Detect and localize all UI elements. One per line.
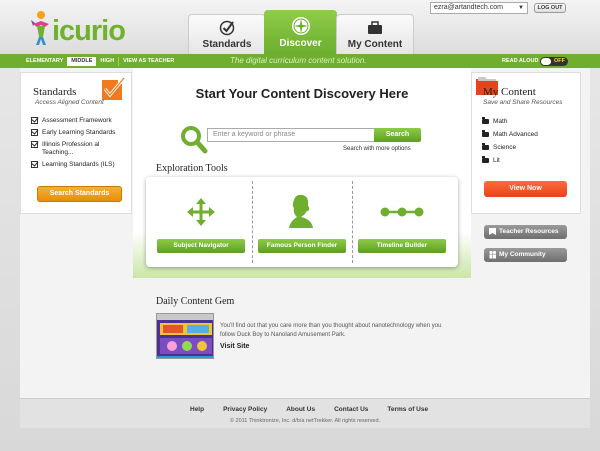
- app-header: icurio Standards Discover My Content ezr…: [0, 0, 600, 54]
- bookmark-icon: [489, 228, 496, 235]
- level-bar: ELEMENTARY MIDDLE HIGH VIEW AS TEACHER T…: [0, 54, 600, 68]
- read-aloud-toggle[interactable]: OFF: [540, 57, 568, 66]
- toggle-knob: [541, 58, 551, 65]
- list-item-label: Assessment Framework: [42, 117, 112, 124]
- standards-title: Standards: [33, 86, 77, 98]
- footer-link-help[interactable]: Help: [190, 406, 204, 413]
- footer-link-terms[interactable]: Terms of Use: [387, 406, 428, 413]
- gem-thumbnail[interactable]: [156, 313, 214, 359]
- checkbox-checked-icon: [31, 161, 38, 168]
- magnifier-icon: [181, 126, 208, 154]
- divider: [352, 181, 353, 263]
- folder-label: Lit: [493, 157, 500, 164]
- list-item[interactable]: Assessment Framework: [31, 117, 131, 125]
- checkbox-checked-icon: [31, 141, 38, 148]
- my-community-label: My Community: [499, 251, 546, 258]
- level-elementary[interactable]: ELEMENTARY: [22, 57, 67, 66]
- copyright: © 2011 Thinktronize, Inc. d/b/a netTrekk…: [229, 418, 381, 424]
- list-item[interactable]: Illinois Profession al Teaching...: [31, 141, 131, 157]
- daily-gem-title: Daily Content Gem: [156, 296, 235, 307]
- folder-label: Math Advanced: [493, 131, 538, 138]
- teacher-resources-button[interactable]: Teacher Resources: [484, 225, 567, 239]
- list-item-label: Early Learning Standards: [42, 129, 116, 136]
- logo-figure-icon: [31, 11, 49, 45]
- footer-links: Help Privacy Policy About Us Contact Us …: [190, 406, 447, 413]
- standards-list: Assessment Framework Early Learning Stan…: [31, 117, 131, 173]
- tab-label: My Content: [347, 39, 403, 50]
- page-title: Start Your Content Discovery Here: [195, 86, 409, 101]
- folder-item-science[interactable]: Science: [482, 143, 538, 152]
- checkbox-checked-icon: [31, 129, 38, 136]
- tab-label: Discover: [279, 38, 322, 49]
- search-input[interactable]: Enter a keyword or phrase: [207, 128, 375, 142]
- my-community-button[interactable]: My Community: [484, 248, 567, 262]
- read-aloud-label: READ ALOUD: [502, 58, 539, 64]
- gem-description: You'll find out that you care more than …: [220, 323, 442, 338]
- chevron-down-icon: ▼: [518, 5, 524, 11]
- toggle-state: OFF: [554, 58, 565, 64]
- footer-link-about[interactable]: About Us: [286, 406, 315, 413]
- folder-label: Science: [493, 144, 517, 151]
- person-silhouette-icon[interactable]: [287, 193, 315, 229]
- search-button[interactable]: Search: [374, 128, 421, 142]
- grade-level-selector: ELEMENTARY MIDDLE HIGH VIEW AS TEACHER: [22, 57, 178, 66]
- folder-icon: [482, 156, 489, 163]
- nanoland-screenshot-image: [157, 314, 213, 358]
- four-arrows-icon[interactable]: [186, 197, 216, 227]
- list-item[interactable]: Early Learning Standards: [31, 129, 131, 137]
- people-icon: [489, 250, 497, 259]
- view-as-teacher[interactable]: VIEW AS TEACHER: [118, 57, 178, 66]
- famous-person-finder-button[interactable]: Famous Person Finder: [258, 239, 346, 253]
- subject-navigator-button[interactable]: Subject Navigator: [157, 239, 245, 253]
- folder-item-lit[interactable]: Lit: [482, 156, 538, 165]
- my-content-subtitle: Save and Share Resources: [483, 99, 563, 106]
- footer-link-contact[interactable]: Contact Us: [334, 406, 368, 413]
- folder-list: Math Math Advanced Science Lit: [482, 117, 538, 169]
- timeline-builder-button[interactable]: Timeline Builder: [358, 239, 446, 253]
- standards-subtitle: Access Aligned Content: [35, 99, 104, 106]
- account-email: ezra@artandtech.com: [434, 4, 503, 11]
- briefcase-icon: [368, 21, 382, 34]
- logout-button[interactable]: LOG OUT: [534, 3, 566, 13]
- folder-icon: [482, 117, 489, 124]
- tab-label: Standards: [202, 39, 252, 50]
- folder-icon: [482, 130, 489, 137]
- folder-label: Math: [493, 118, 508, 125]
- list-item-label: Learning Standards (ILS): [42, 161, 115, 168]
- tab-my-content[interactable]: My Content: [336, 14, 414, 54]
- list-item[interactable]: Learning Standards (ILS): [31, 161, 131, 169]
- my-content-title: My Content: [483, 86, 536, 98]
- exploration-tools-title: Exploration Tools: [156, 163, 228, 174]
- list-item-label: Illinois Profession al Teaching...: [42, 141, 100, 156]
- view-now-button[interactable]: View Now: [484, 181, 567, 197]
- footer-link-privacy[interactable]: Privacy Policy: [223, 406, 267, 413]
- folder-item-math-advanced[interactable]: Math Advanced: [482, 130, 538, 139]
- search-standards-button[interactable]: Search Standards: [37, 186, 122, 202]
- folder-item-math[interactable]: Math: [482, 117, 538, 126]
- checkbox-checked-icon: [31, 117, 38, 124]
- divider: [252, 181, 253, 263]
- icurio-logo[interactable]: icurio: [22, 6, 132, 50]
- logo-text: icurio: [52, 15, 126, 47]
- tab-standards[interactable]: Standards: [188, 14, 266, 54]
- checkmark-circle-icon: [219, 20, 235, 36]
- account-dropdown[interactable]: ezra@artandtech.com ▼: [430, 2, 528, 14]
- folder-icon: [482, 143, 489, 150]
- level-middle[interactable]: MIDDLE: [67, 57, 97, 66]
- tagline: The digital curriculum content solution.: [230, 56, 367, 65]
- teacher-resources-label: Teacher Resources: [499, 228, 559, 235]
- tab-discover[interactable]: Discover: [264, 10, 337, 54]
- level-high[interactable]: HIGH: [96, 57, 118, 66]
- timeline-icon[interactable]: [380, 206, 424, 218]
- visit-site-link[interactable]: Visit Site: [220, 343, 249, 350]
- advanced-search-link[interactable]: Search with more options: [343, 146, 411, 152]
- compass-icon: [291, 17, 310, 35]
